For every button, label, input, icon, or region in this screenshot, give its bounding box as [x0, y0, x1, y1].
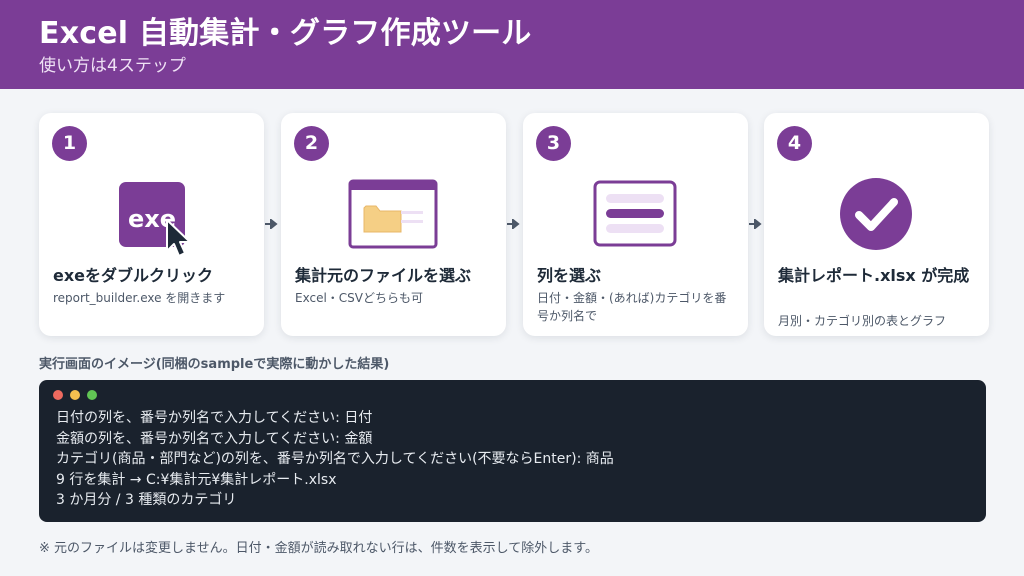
- step-card-3: 3 列を選ぶ 日付・金額・(あれば)カテゴリを番号か列名で: [523, 113, 748, 336]
- terminal-output: 日付の列を、番号か列名で入力してください: 日付 金額の列を、番号か列名で入力し…: [56, 408, 614, 511]
- arrow-right-icon: [507, 219, 520, 229]
- terminal-line: カテゴリ(商品・部門など)の列を、番号か列名で入力してください(不要ならEnte…: [56, 451, 614, 468]
- page-subtitle: 使い方は4ステップ: [39, 56, 186, 76]
- terminal-window: 日付の列を、番号か列名で入力してください: 日付 金額の列を、番号か列名で入力し…: [39, 380, 986, 522]
- step-title: 集計レポート.xlsx が完成: [778, 266, 970, 285]
- step-description: Excel・CSVどちらも可: [295, 291, 423, 305]
- step-card-2: 2 集計元のファイルを選ぶ Excel・CSVどちらも可: [281, 113, 506, 336]
- step-number-badge: 3: [536, 126, 571, 161]
- step-title: 集計元のファイルを選ぶ: [295, 266, 472, 285]
- footnote: ※ 元のファイルは変更しません。日付・金額が読み取れない行は、件数を表示して除外…: [39, 541, 598, 556]
- header-banner: Excel 自動集計・グラフ作成ツール 使い方は4ステップ: [0, 0, 1024, 89]
- arrow-right-icon: [265, 219, 278, 229]
- window-close-dot: [53, 390, 63, 400]
- check-circle-icon: [840, 178, 912, 250]
- folder-file-window-icon: [348, 179, 438, 249]
- terminal-line: 9 行を集計 → C:¥集計元¥集計レポート.xlsx: [56, 471, 337, 488]
- page-title: Excel 自動集計・グラフ作成ツール: [39, 16, 532, 51]
- step-card-4: 4 集計レポート.xlsx が完成 月別・カテゴリ別の表とグラフ: [764, 113, 989, 336]
- column-list-icon: [593, 180, 677, 247]
- window-maximize-dot: [87, 390, 97, 400]
- step-number-badge: 1: [52, 126, 87, 161]
- step-description: 月別・カテゴリ別の表とグラフ: [778, 314, 947, 328]
- step-number-badge: 4: [777, 126, 812, 161]
- terminal-section-label: 実行画面のイメージ(同梱のsampleで実際に動かした結果): [39, 357, 390, 372]
- terminal-line: 金額の列を、番号か列名で入力してください: 金額: [56, 430, 373, 447]
- step-title: 列を選ぶ: [537, 266, 602, 285]
- exe-cursor-icon: exe: [119, 182, 191, 257]
- step-card-1: 1 exe exeをダブルクリック report_builder.exe を開き…: [39, 113, 264, 336]
- step-number-badge: 2: [294, 126, 329, 161]
- step-description: report_builder.exe を開きます: [53, 291, 226, 305]
- terminal-line: 日付の列を、番号か列名で入力してください: 日付: [56, 410, 373, 426]
- terminal-line: 3 か月分 / 3 種類のカテゴリ: [56, 492, 237, 509]
- step-title: exeをダブルクリック: [53, 266, 214, 285]
- window-minimize-dot: [70, 390, 80, 400]
- arrow-right-icon: [749, 219, 762, 229]
- step-description: 日付・金額・(あれば)カテゴリを番号か列名で: [537, 291, 727, 323]
